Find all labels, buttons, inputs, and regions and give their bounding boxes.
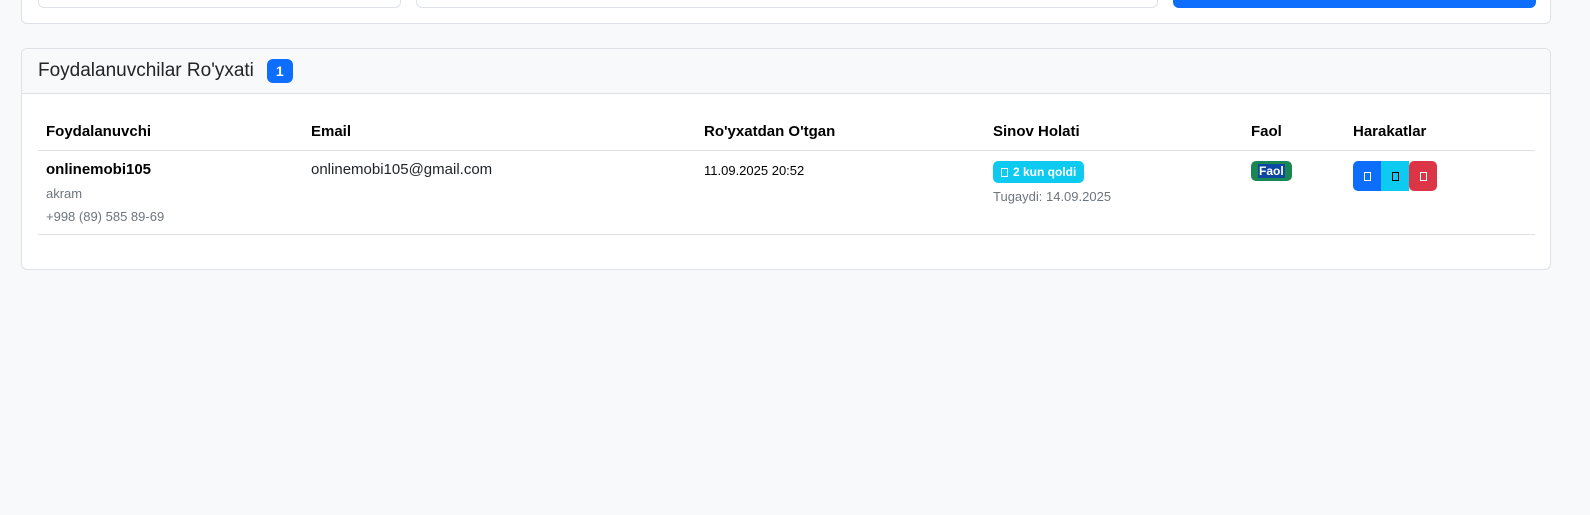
active-status-label: Faol [1258, 164, 1285, 178]
trial-status-badge: 2 kun qoldi [993, 161, 1085, 183]
filter-search-input[interactable] [38, 0, 401, 8]
trial-status-label: 2 kun qoldi [1013, 165, 1077, 179]
clock-icon [1001, 167, 1008, 177]
column-header-registered: Ro'yxatdan O'tgan [696, 115, 985, 151]
email-cell: onlinemobi105@gmail.com [303, 150, 696, 235]
username: onlinemobi105 [46, 161, 152, 178]
filter-card [21, 0, 1551, 24]
users-table: Foydalanuvchi Email Ro'yxatdan O'tgan Si… [38, 115, 1535, 235]
users-card: Foydalanuvchilar Ro'yxati 1 Foydalanuvch… [21, 48, 1551, 270]
user-phone: +998 (89) 585 89-69 [46, 209, 165, 224]
column-header-trial: Sinov Holati [985, 115, 1243, 151]
trash-icon [1419, 171, 1427, 181]
delete-user-button[interactable] [1409, 161, 1437, 191]
row-actions [1353, 161, 1527, 191]
active-status-badge: Faol [1251, 161, 1292, 181]
edit-user-button[interactable] [1381, 161, 1409, 191]
trial-cell: 2 kun qoldi Tugaydi: 14.09.2025 [985, 150, 1243, 235]
users-count-badge: 1 [266, 59, 293, 83]
edit-icon [1391, 171, 1399, 181]
user-email: onlinemobi105@gmail.com [311, 161, 493, 178]
filter-submit-button[interactable] [1173, 0, 1536, 8]
users-card-title: Foydalanuvchilar Ro'yxati [38, 60, 254, 81]
active-cell: Faol [1243, 150, 1345, 235]
filter-select[interactable] [416, 0, 1158, 8]
view-user-button[interactable] [1353, 161, 1381, 191]
eye-icon [1363, 171, 1371, 181]
user-full-name: akram [46, 186, 83, 201]
actions-cell [1345, 150, 1535, 235]
table-row: onlinemobi105 akram +998 (89) 585 89-69 … [38, 150, 1535, 235]
column-header-actions: Harakatlar [1345, 115, 1535, 151]
user-cell: onlinemobi105 akram +998 (89) 585 89-69 [38, 150, 303, 235]
trial-end-date: Tugaydi: 14.09.2025 [993, 189, 1112, 204]
column-header-active: Faol [1243, 115, 1345, 151]
registered-cell: 11.09.2025 20:52 [696, 150, 985, 235]
registered-date: 11.09.2025 20:52 [704, 163, 805, 178]
table-header-row: Foydalanuvchi Email Ro'yxatdan O'tgan Si… [38, 115, 1535, 151]
column-header-user: Foydalanuvchi [38, 115, 303, 151]
users-card-header: Foydalanuvchilar Ro'yxati 1 [22, 49, 1550, 94]
column-header-email: Email [303, 115, 696, 151]
